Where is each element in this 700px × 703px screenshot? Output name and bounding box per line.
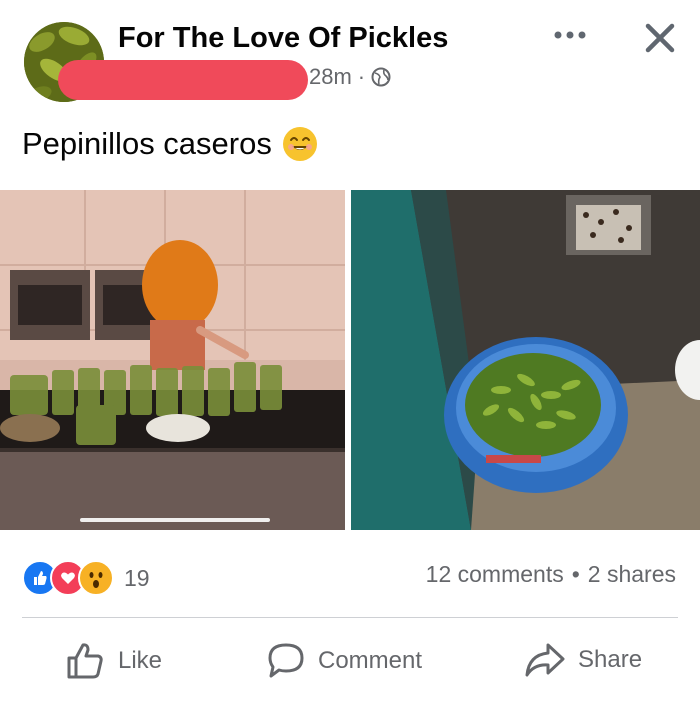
- post-caption: Pepinillos caseros: [22, 126, 318, 162]
- author-name-redaction: [58, 60, 308, 100]
- post-photo-pool[interactable]: [351, 190, 700, 530]
- engagement-stats: 12 comments • 2 shares: [426, 561, 676, 588]
- group-name-link[interactable]: For The Love Of Pickles: [118, 22, 448, 55]
- like-button[interactable]: Like: [66, 642, 162, 680]
- post-photo-kitchen[interactable]: [0, 190, 345, 530]
- share-label: Share: [578, 646, 643, 673]
- like-label: Like: [118, 647, 163, 674]
- close-button[interactable]: [640, 18, 680, 58]
- meta-separator: ·: [357, 64, 366, 89]
- globe-icon: [371, 67, 391, 87]
- post-meta: 28m ·: [309, 64, 391, 90]
- thumbs-up-icon: [67, 643, 103, 679]
- share-arrow-icon: [525, 643, 565, 677]
- wow-reaction-icon: [78, 560, 114, 596]
- comment-button[interactable]: Comment: [266, 642, 422, 680]
- post-time[interactable]: 28m: [309, 64, 352, 90]
- smiling-face-emoji: [282, 127, 317, 161]
- comments-count-link[interactable]: 12 comments: [426, 561, 564, 588]
- more-dots-icon: [554, 31, 586, 39]
- stats-separator: •: [571, 561, 580, 587]
- close-icon: [645, 23, 675, 53]
- comment-bubble-icon: [268, 643, 304, 678]
- shares-count-link[interactable]: 2 shares: [588, 561, 676, 588]
- more-options-button[interactable]: [552, 20, 588, 50]
- share-button[interactable]: Share: [524, 642, 642, 678]
- comment-label: Comment: [318, 647, 423, 674]
- reaction-summary[interactable]: 19: [22, 560, 150, 596]
- actions-divider: [22, 617, 678, 618]
- reaction-count[interactable]: 19: [124, 565, 150, 592]
- caption-text: Pepinillos caseros: [22, 126, 272, 161]
